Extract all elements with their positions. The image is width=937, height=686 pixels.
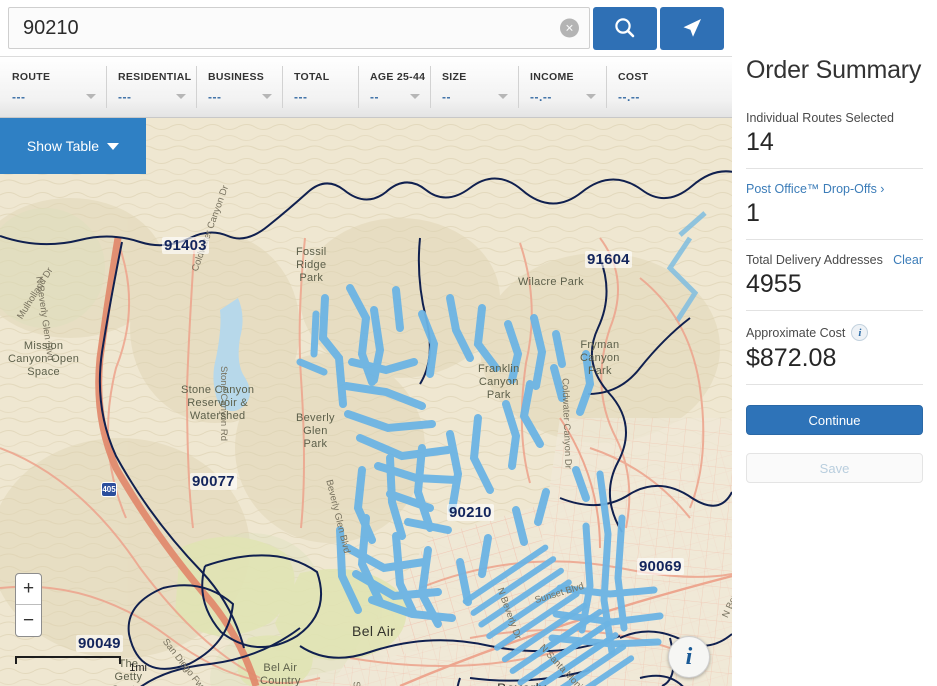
order-summary-panel: Order Summary Individual Routes Selected… [732,0,937,686]
filter-value: --- [118,89,132,104]
map-info-button[interactable]: i [668,636,710,678]
post-office-dropoffs-value: 1 [746,199,760,227]
zoom-out-button[interactable]: − [16,605,41,636]
chevron-down-icon[interactable] [498,94,508,99]
filter-label: SIZE [442,70,467,83]
routes-selected-block: Individual Routes Selected 14 [746,111,923,169]
total-delivery-addresses-label: Total Delivery Addresses [746,253,883,267]
map-zip-label[interactable]: 90049 [76,635,123,652]
filter-value: --- [12,89,26,104]
map-place-label: Fossil Ridge Park [296,246,327,284]
map-place-label: Stone Canyon Reservoir & Watershed [181,384,255,422]
filter-age-25-44[interactable]: AGE 25-44 -- [358,57,430,117]
chevron-down-icon[interactable] [262,94,272,99]
clear-icon[interactable]: × [560,18,579,38]
search-bar: × [0,0,732,56]
map-zip-label[interactable]: 90077 [190,473,237,490]
navigate-arrow-icon [683,19,701,37]
chevron-down-icon[interactable] [176,94,186,99]
locate-me-button[interactable] [660,6,724,50]
search-input[interactable] [9,8,589,48]
filter-value: -- [442,89,451,104]
show-table-label: Show Table [26,138,100,154]
filter-residential[interactable]: RESIDENTIAL --- [106,57,196,117]
map-zip-label[interactable]: 90210 [447,504,494,521]
clear-addresses-link[interactable]: Clear [893,253,923,267]
filter-value: -- [370,89,379,104]
order-summary-title: Order Summary [746,56,922,84]
map-zip-label[interactable]: 90069 [637,558,684,575]
filter-bar: ROUTE --- RESIDENTIAL --- BUSINESS --- TOTAL --… [0,56,732,118]
filter-label: BUSINESS [208,70,265,83]
continue-button[interactable]: Continue [746,405,923,435]
filter-business[interactable]: BUSINESS --- [196,57,282,117]
map-zoom-controls[interactable]: + − [15,573,42,637]
filter-total: TOTAL --- [282,57,358,117]
search-button[interactable] [593,6,657,50]
map-canvas [0,118,732,686]
search-icon [615,18,635,38]
routes-selected-value: 14 [746,128,774,156]
post-office-dropoffs-link[interactable]: Post Office™ Drop-Offs › [746,182,884,196]
search-field-wrapper[interactable]: × [8,7,590,49]
map-city-label: Bel Air [352,623,396,639]
filter-label: AGE 25-44 [370,70,426,83]
scale-bar-label: 1mi [129,662,147,674]
total-delivery-addresses-value: 4955 [746,270,802,298]
map-place-label: Wilacre Park [518,276,584,288]
map-place-label: Mission Canyon Open Space [8,340,80,378]
chevron-down-icon[interactable] [86,94,96,99]
filter-label: INCOME [530,70,574,83]
total-delivery-addresses-block: Total Delivery Addresses Clear 4955 [746,253,923,311]
chevron-down-icon [107,142,120,150]
save-button: Save [746,453,923,483]
approximate-cost-label: Approximate Cost [746,325,846,340]
filter-size[interactable]: SIZE -- [430,57,518,117]
cost-info-icon[interactable]: i [851,324,869,341]
map-zip-label[interactable]: 91604 [585,251,632,268]
filter-label: ROUTE [12,70,51,83]
map-zip-label[interactable]: 91403 [162,237,209,254]
map-city-label: Beverly Hills [497,680,546,686]
filter-value: --- [208,89,222,104]
post-office-dropoffs-block: Post Office™ Drop-Offs › 1 [746,182,923,240]
filter-label: COST [618,70,649,83]
filter-cost: COST --.-- [606,57,682,117]
map-place-label: Beverly Glen Park [296,412,335,450]
highway-shield-icon: 405 [101,482,117,497]
scale-bar-line [15,656,121,664]
map-place-label: Franklin Canyon Park [478,363,520,401]
usps-eddm-map-app: × ROUTE---RESIDENTIAL---BUSINESS---TOTAL… [0,0,937,686]
filter-label: RESIDENTIAL [118,70,192,83]
filter-value: --.-- [618,89,640,104]
show-table-button[interactable]: Show Table [0,118,146,174]
map-place-label: Fryman Canyon Park [580,339,620,377]
approximate-cost-value: $872.08 [746,344,837,372]
approximate-cost-block: Approximate Cost i $872.08 [746,324,923,385]
chevron-down-icon[interactable] [410,94,420,99]
filter-route[interactable]: ROUTE --- [0,57,106,117]
filter-income[interactable]: INCOME --.-- [518,57,606,117]
map-place-label: Bel Air Country Club [260,662,301,686]
zoom-in-button[interactable]: + [16,574,41,605]
map-column: × ROUTE---RESIDENTIAL---BUSINESS---TOTAL… [0,0,732,686]
filter-value: --- [294,89,308,104]
routes-selected-label: Individual Routes Selected [746,111,895,125]
map-scale-bar: 1mi [15,656,147,674]
map-viewport[interactable]: Mulholland Dr Coldwater Canyon Dr Beverly … [0,118,732,686]
filter-label: TOTAL [294,70,330,83]
filter-value: --.-- [530,89,552,104]
chevron-down-icon[interactable] [586,94,596,99]
